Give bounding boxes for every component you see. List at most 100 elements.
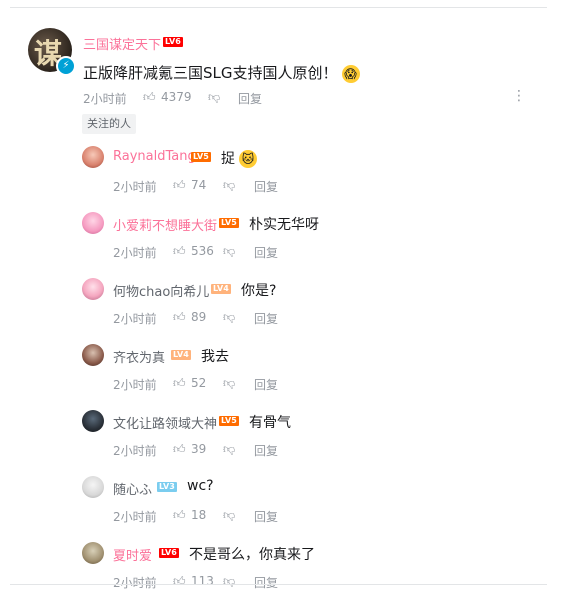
timestamp: 2小时前 [113,444,157,458]
reply-text: wc? [187,478,214,494]
like-icon[interactable]: 👍︎ [143,90,156,105]
reply-info-row: 2小时前 👍︎ 536 👎︎ 回复 [113,244,413,260]
reply-content: 不是哥么，你真来了 [189,547,315,563]
like-icon[interactable]: 👍︎ [173,442,186,457]
reply-info-row: 2小时前 👍︎ 52 👎︎ 回复 [113,376,413,392]
timestamp: 2小时前 [113,378,157,392]
level-badge: LV5 [219,416,239,426]
reply-button[interactable]: 回复 [254,310,278,327]
like-count: 52 [191,376,207,390]
more-options-icon[interactable]: ⋮ [512,88,526,104]
reply-text: 朴实无华呀 [249,214,319,234]
dislike-icon[interactable]: 👎︎ [208,90,220,105]
reply-info-row: 2小时前 👍︎ 39 👎︎ 回复 [113,442,413,458]
dislike-icon[interactable]: 👎︎ [223,574,235,589]
like-icon[interactable]: 👍︎ [173,574,186,589]
reply-item: 随心ふ LV3 wc? 2小时前 👍︎ 18 👎︎ 回复 [0,476,581,536]
dislike-icon[interactable]: 👎︎ [223,244,235,259]
timestamp: 2小时前 [113,312,157,326]
like-icon[interactable]: 👍︎ [173,178,186,193]
reply-button[interactable]: 回复 [254,508,278,525]
reply-text: 我去 [201,346,229,366]
reply-button[interactable]: 回复 [254,244,278,261]
level-badge: LV4 [211,284,231,294]
reply-avatar[interactable] [82,146,104,168]
verified-icon: ⚡ [56,56,76,76]
reply-item: 文化让路领域大神 LV5 有骨气 2小时前 👍︎ 39 👎︎ 回复 [0,410,581,470]
reply-item: RaynaldTang LV5 捉 🐱 2小时前 👍︎ 74 👎︎ 回复 [0,146,581,206]
dislike-icon[interactable]: 👎︎ [223,178,235,193]
like-icon[interactable]: 👍︎ [173,310,186,325]
level-badge: LV4 [171,350,191,360]
reply-text: 捉 🐱 [221,148,257,168]
dislike-icon[interactable]: 👎︎ [223,376,235,391]
reply-item: 何物chao向希儿 LV4 你是? 2小时前 👍︎ 89 👎︎ 回复 [0,278,581,338]
reply-item: 小爱莉不想睡大街 LV5 朴实无华呀 2小时前 👍︎ 536 👎︎ 回复 [0,212,581,272]
like-count: 18 [191,508,207,522]
dislike-icon[interactable]: 👎︎ [223,442,235,457]
reply-text: 有骨气 [249,412,291,432]
reply-username[interactable]: 齐衣为真 [113,347,165,366]
reply-info-row: 2小时前 👍︎ 113 👎︎ 回复 [113,574,413,590]
timestamp: 2小时前 [113,576,157,590]
reply-avatar[interactable] [82,542,104,564]
like-icon[interactable]: 👍︎ [173,508,186,523]
reply-content: 捉 [221,151,235,167]
level-badge: LV6 [163,37,183,47]
level-badge: LV6 [159,548,179,558]
dislike-icon[interactable]: 👎︎ [223,508,235,523]
reply-username[interactable]: 何物chao向希儿 [113,281,209,300]
reply-item: 齐衣为真 LV4 我去 2小时前 👍︎ 52 👎︎ 回复 [0,344,581,404]
reply-info-row: 2小时前 👍︎ 18 👎︎ 回复 [113,508,413,524]
like-icon[interactable]: 👍︎ [173,376,186,391]
reply-info-row: 2小时前 👍︎ 89 👎︎ 回复 [113,310,413,326]
timestamp: 2小时前 [113,180,157,194]
root-comment-text: 正版降肝减氪三国SLG支持国人原创！ 😱 [83,62,360,83]
cat-emoji-icon: 🐱 [239,150,257,168]
like-count: 4379 [161,90,192,104]
reply-info-row: 2小时前 👍︎ 74 👎︎ 回复 [113,178,413,194]
timestamp: 2小时前 [83,92,127,106]
reply-avatar[interactable] [82,278,104,300]
reply-username[interactable]: 夏时爱 [113,545,152,564]
reply-item: 夏时爱 LV6 不是哥么，你真来了 2小时前 👍︎ 113 👎︎ 回复 [0,542,581,602]
reply-avatar[interactable] [82,476,104,498]
dislike-icon[interactable]: 👎︎ [223,310,235,325]
reply-avatar[interactable] [82,212,104,234]
like-count: 39 [191,442,207,456]
reply-text: 不是哥么，你真来了 [189,544,315,564]
like-count: 536 [191,244,214,258]
top-divider [10,7,547,8]
surprised-emoji-icon: 😱 [341,64,360,83]
reply-username[interactable]: 随心ふ [113,479,152,498]
root-info-row: 2小时前 👍︎ 4379 👎︎ 回复 [83,90,383,106]
reply-content: 你是? [241,283,277,299]
reply-username[interactable]: 小爱莉不想睡大街 [113,215,217,234]
like-count: 74 [191,178,207,192]
reply-button[interactable]: 回复 [254,442,278,459]
bottom-divider [10,584,547,585]
reply-button[interactable]: 回复 [254,574,278,591]
timestamp: 2小时前 [113,510,157,524]
like-count: 89 [191,310,207,324]
like-icon[interactable]: 👍︎ [173,244,186,259]
reply-content: 我去 [201,349,229,365]
reply-button[interactable]: 回复 [254,376,278,393]
reply-avatar[interactable] [82,410,104,432]
reply-content: 朴实无华呀 [249,217,319,233]
reply-username[interactable]: RaynaldTang [113,149,196,164]
reply-content: 有骨气 [249,415,291,431]
level-badge: LV5 [219,218,239,228]
reply-button[interactable]: 回复 [254,178,278,195]
reply-button[interactable]: 回复 [238,90,262,107]
reply-content: wc? [187,478,214,494]
level-badge: LV5 [191,152,211,162]
following-tag: 关注的人 [82,114,136,134]
level-badge: LV3 [157,482,177,492]
reply-text: 你是? [241,280,276,300]
reply-username[interactable]: 文化让路领域大神 [113,413,217,432]
root-username[interactable]: 三国谋定天下 [83,34,161,53]
reply-avatar[interactable] [82,344,104,366]
timestamp: 2小时前 [113,246,157,260]
like-count: 113 [191,574,214,588]
